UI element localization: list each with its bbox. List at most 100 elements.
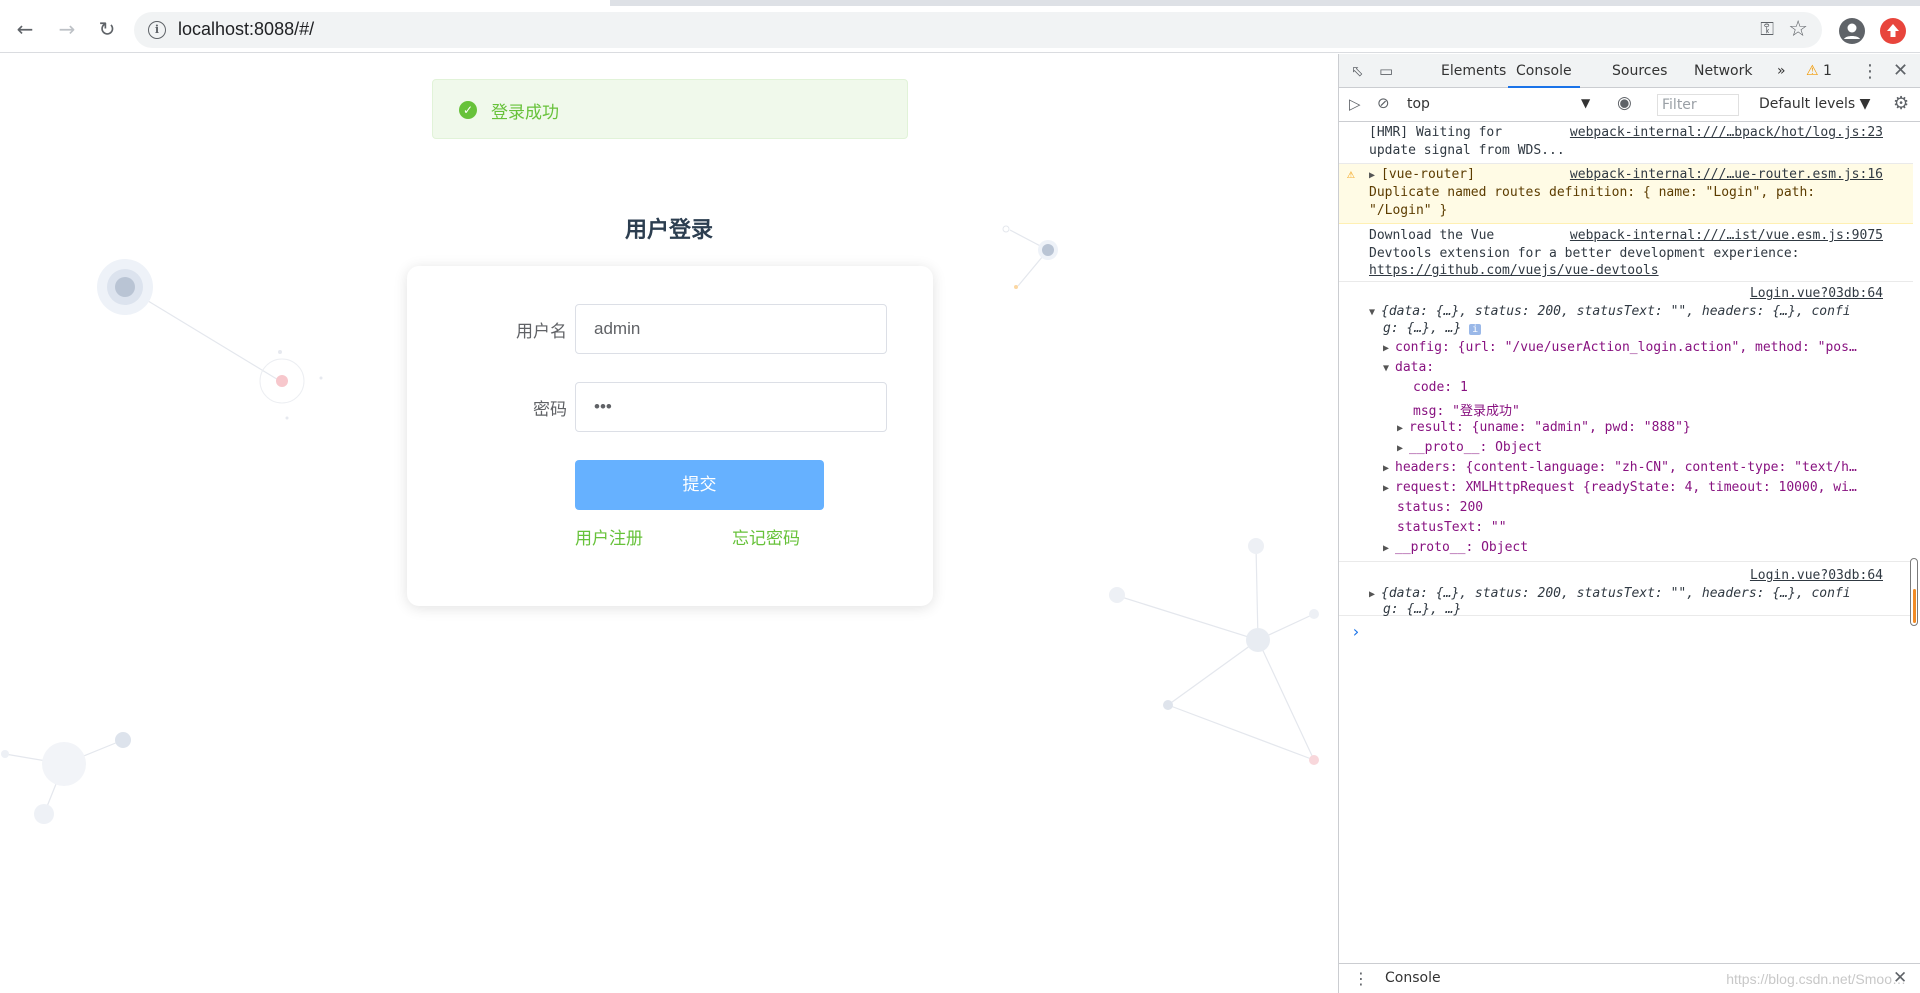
result-property[interactable]: ▶ result: {uname: "admin", pwd: "888"} (1397, 420, 1691, 435)
status-property: status: 200 (1397, 500, 1484, 515)
log-levels-select[interactable]: Default levels ▼ (1759, 96, 1870, 112)
bookmark-star-icon[interactable]: ☆ (1788, 17, 1808, 42)
console-text: Duplicate named routes definition: { nam… (1369, 185, 1816, 200)
collapse-triangle-icon[interactable]: ▼ (1383, 363, 1395, 374)
source-link[interactable]: Login.vue?03db:64 (1750, 568, 1883, 583)
tab-elements[interactable]: Elements (1441, 54, 1506, 88)
back-icon[interactable]: ← (10, 14, 40, 44)
submit-button[interactable]: 提交 (575, 460, 824, 510)
context-dropdown-icon[interactable]: ▼ (1581, 96, 1590, 110)
data-property[interactable]: ▼ data: (1383, 360, 1434, 375)
tab-sources[interactable]: Sources (1612, 54, 1667, 88)
warning-icon: ⚠ (1347, 167, 1355, 182)
browser-toolbar: ← → ↻ i localhost:8088/#/ ⚿ ☆ (0, 6, 1920, 53)
console-text: headers: {content-language: "zh-CN", con… (1395, 460, 1857, 475)
device-toolbar-icon[interactable]: ▭ (1379, 62, 1393, 80)
source-link[interactable]: webpack-internal:///…ist/vue.esm.js:9075 (1570, 228, 1883, 243)
inspect-element-icon[interactable]: ⬁ (1351, 62, 1364, 80)
live-expression-eye-icon[interactable]: ◉ (1617, 93, 1632, 113)
object-summary[interactable]: ▶ {data: {…}, status: 200, statusText: ""… (1369, 586, 1851, 601)
key-icon[interactable]: ⚿ (1760, 19, 1774, 40)
warning-icon: ⚠ (1806, 63, 1819, 79)
close-devtools-icon[interactable]: ✕ (1893, 60, 1908, 81)
object-summary[interactable]: ▼ {data: {…}, status: 200, statusText: ""… (1369, 304, 1851, 319)
console-text: {data: {…}, status: 200, statusText: "",… (1381, 304, 1851, 319)
more-options-icon[interactable]: ⋮ (1861, 61, 1879, 82)
check-circle-icon: ✓ (459, 101, 477, 119)
console-text: Devtools extension for a better developm… (1369, 246, 1800, 261)
expand-triangle-icon[interactable]: ▶ (1397, 423, 1409, 434)
expand-triangle-icon[interactable]: ▶ (1397, 443, 1409, 454)
username-input[interactable]: admin (575, 304, 887, 354)
success-message-text: 登录成功 (491, 103, 559, 123)
site-info-icon[interactable]: i (148, 21, 166, 39)
code-property: code: 1 (1413, 380, 1468, 395)
password-input[interactable]: ••• (575, 382, 887, 432)
console-text: config: {url: "/vue/userAction_login.act… (1395, 340, 1857, 355)
register-link[interactable]: 用户注册 (575, 524, 643, 549)
expand-triangle-icon[interactable]: ▶ (1369, 170, 1381, 181)
tab-console[interactable]: Console (1508, 54, 1580, 88)
console-filter-input[interactable]: Filter (1657, 94, 1739, 116)
console-warning-entry: ⚠ ▶ [vue-router] webpack-internal:///…ue-… (1339, 164, 1913, 224)
expand-triangle-icon[interactable]: ▶ (1383, 463, 1395, 474)
clear-console-icon[interactable]: ⊘ (1377, 94, 1390, 112)
console-text: g: {…}, …} i (1383, 321, 1482, 336)
msg-property: msg: "登录成功" (1413, 404, 1520, 419)
tab-network[interactable]: Network (1694, 54, 1752, 88)
profile-avatar-icon[interactable] (1839, 18, 1865, 44)
console-text: request: XMLHttpRequest {readyState: 4, … (1395, 480, 1857, 495)
collapse-triangle-icon[interactable]: ▼ (1369, 307, 1381, 318)
proto-property[interactable]: ▶ __proto__: Object (1397, 440, 1542, 455)
console-text[interactable]: ▶ [vue-router] (1369, 167, 1475, 182)
console-text: g: {…}, …} (1383, 321, 1462, 336)
extension-icon[interactable] (1880, 18, 1906, 44)
warning-counter[interactable]: ⚠ 1 (1806, 54, 1832, 88)
console-text: update signal from WDS... (1369, 143, 1565, 158)
request-property[interactable]: ▶ request: XMLHttpRequest {readyState: 4,… (1383, 480, 1857, 495)
page-title: 用户登录 (624, 218, 713, 243)
source-link[interactable]: webpack-internal:///…bpack/hot/log.js:23 (1570, 125, 1883, 140)
sidebar-toggle-icon[interactable]: ▷ (1349, 95, 1361, 113)
console-prompt[interactable]: › (1351, 622, 1361, 641)
console-settings-gear-icon[interactable]: ⚙ (1893, 93, 1909, 114)
password-label: 密码 (533, 400, 567, 420)
console-text: result: {uname: "admin", pwd: "888"} (1409, 420, 1691, 435)
console-text: g: {…}, …} (1383, 602, 1462, 617)
console-output: [HMR] Waiting for webpack-internal:///…b… (1339, 122, 1920, 962)
drawer-menu-icon[interactable]: ⋮ (1353, 969, 1369, 988)
expand-triangle-icon[interactable]: ▶ (1383, 343, 1395, 354)
console-text: "/Login" } (1369, 203, 1448, 218)
success-message: ✓ 登录成功 (432, 79, 908, 139)
console-text: {data: {…}, status: 200, statusText: "",… (1381, 586, 1851, 601)
statustext-property: statusText: "" (1397, 520, 1507, 535)
headers-property[interactable]: ▶ headers: {content-language: "zh-CN", co… (1383, 460, 1857, 475)
expand-triangle-icon[interactable]: ▶ (1383, 543, 1395, 554)
expand-triangle-icon[interactable]: ▶ (1369, 589, 1381, 600)
console-entry: Login.vue?03db:64 ▼ {data: {…}, status: 2… (1339, 282, 1913, 562)
forgot-password-link[interactable]: 忘记密码 (732, 524, 800, 549)
login-form-card: 用户名 admin 密码 ••• 提交 用户注册 忘记密码 (407, 266, 933, 606)
source-link[interactable]: Login.vue?03db:64 (1750, 286, 1883, 301)
context-selector[interactable]: top (1407, 96, 1430, 112)
console-text: Download the Vue (1369, 228, 1495, 243)
proto-property[interactable]: ▶ __proto__: Object (1383, 540, 1528, 555)
config-property[interactable]: ▶ config: {url: "/vue/userAction_login.ac… (1383, 340, 1857, 355)
console-text: [vue-router] (1381, 167, 1475, 182)
more-tabs-button[interactable]: » (1777, 54, 1786, 88)
forward-icon[interactable]: → (52, 14, 82, 44)
console-text: [HMR] Waiting for (1369, 125, 1503, 140)
url-text: localhost:8088/#/ (178, 19, 315, 39)
reload-icon[interactable]: ↻ (92, 14, 122, 44)
console-entry: Download the Vue webpack-internal:///…is… (1339, 224, 1913, 282)
console-scrollbar[interactable] (1910, 558, 1918, 626)
expand-triangle-icon[interactable]: ▶ (1383, 483, 1395, 494)
watermark: https://blog.csdn.net/Smoo… (1726, 971, 1906, 987)
warning-count: 1 (1823, 63, 1832, 79)
devtools-url-link[interactable]: https://github.com/vuejs/vue-devtools (1369, 263, 1659, 278)
source-link[interactable]: webpack-internal:///…ue-router.esm.js:16 (1570, 167, 1883, 182)
console-text: __proto__: Object (1395, 540, 1529, 555)
address-bar[interactable]: i localhost:8088/#/ ⚿ ☆ (134, 12, 1822, 48)
drawer-tab-console[interactable]: Console (1385, 970, 1441, 986)
info-icon: i (1469, 324, 1482, 335)
